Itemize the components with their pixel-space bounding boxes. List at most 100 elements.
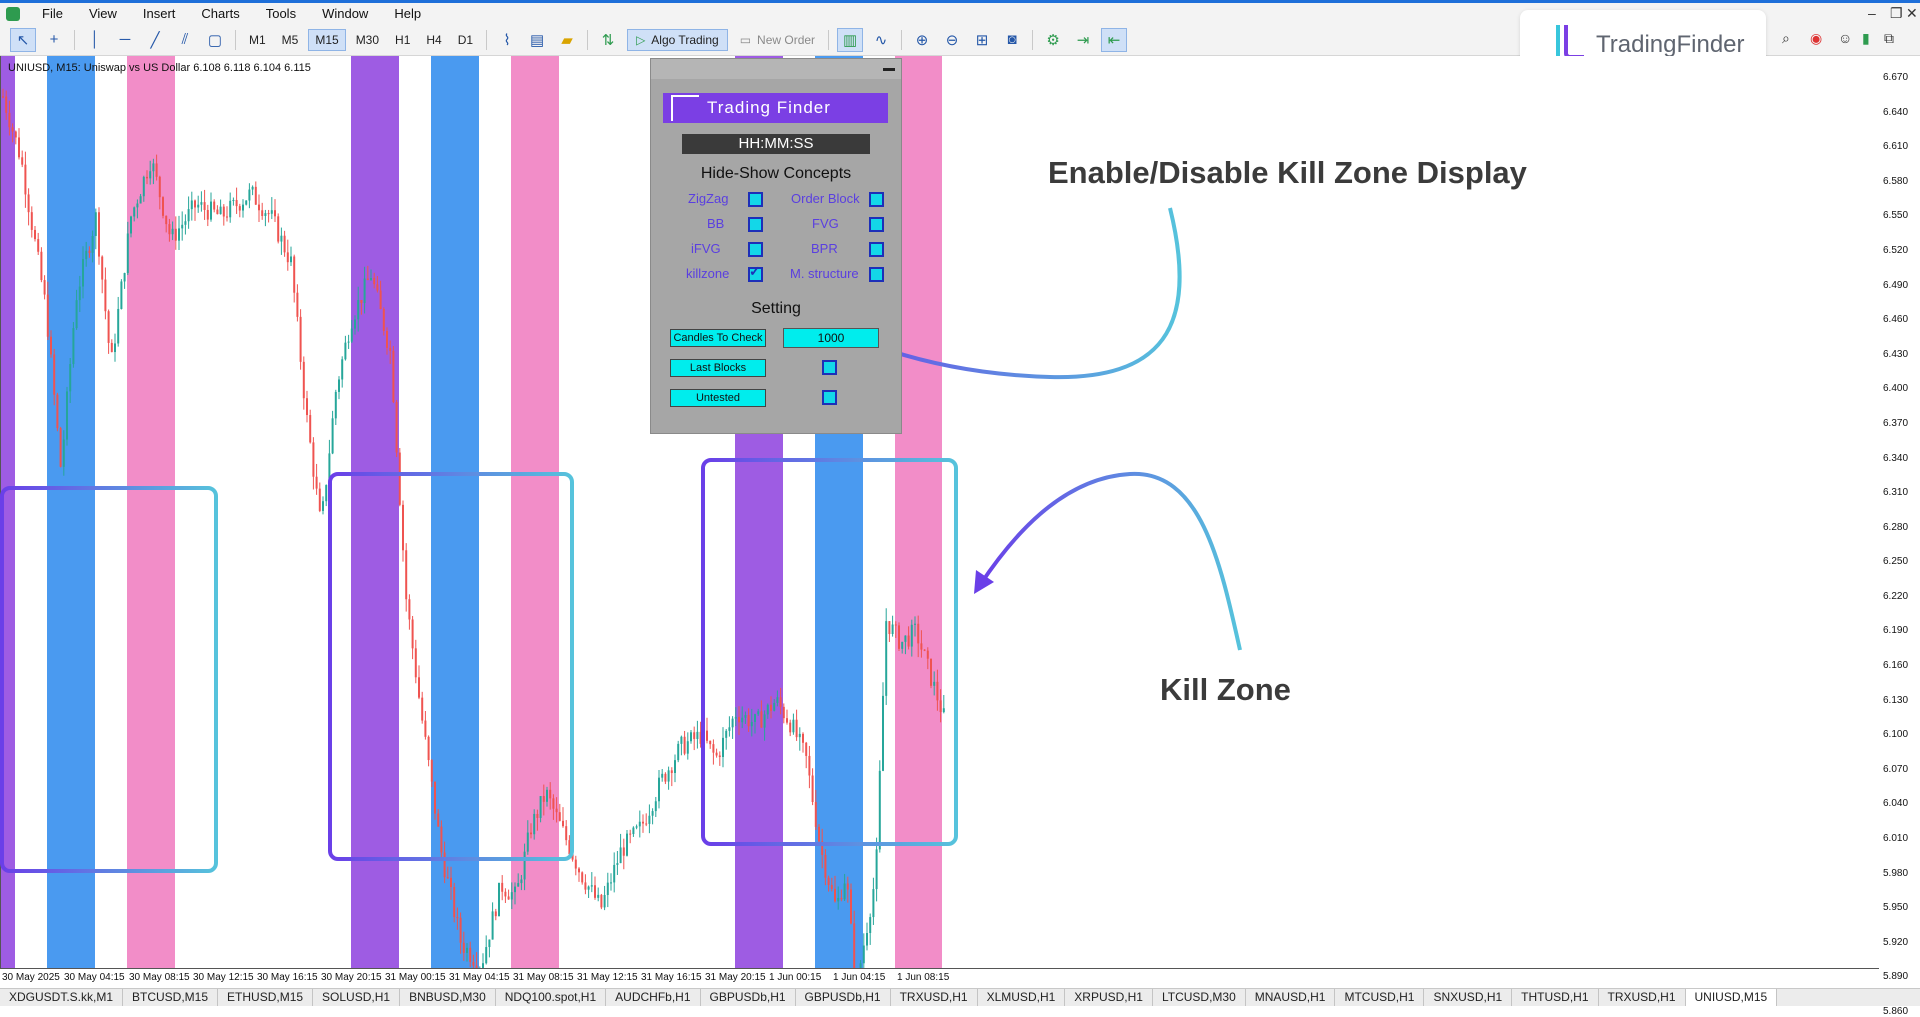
- close-icon[interactable]: ✕: [1906, 5, 1918, 22]
- timeframe-d1[interactable]: D1: [452, 30, 479, 50]
- chart-tab[interactable]: AUDCHFb,H1: [606, 989, 701, 1006]
- vertical-line-icon[interactable]: │: [83, 29, 107, 51]
- option-order-block-checkbox[interactable]: [869, 192, 884, 207]
- minimize-icon[interactable]: –: [1868, 5, 1876, 21]
- chart-type-icon[interactable]: ∿: [869, 29, 893, 51]
- chart-tab[interactable]: SOLUSD,H1: [313, 989, 401, 1006]
- last-blocks-checkbox[interactable]: [822, 360, 837, 375]
- chart-tab[interactable]: MTCUSD,H1: [1335, 989, 1425, 1006]
- settings-gear-icon[interactable]: ⚙: [1041, 29, 1065, 51]
- price-tick-label: 6.070: [1883, 763, 1909, 775]
- last-blocks-button[interactable]: Last Blocks: [670, 359, 766, 377]
- account-icon[interactable]: ☺: [1838, 30, 1852, 46]
- option-bb-checkbox[interactable]: [748, 217, 763, 232]
- menu-file[interactable]: File: [30, 6, 77, 21]
- timeframe-h1[interactable]: H1: [389, 30, 416, 50]
- candle-body: [872, 889, 875, 918]
- new-order-label: New Order: [757, 32, 816, 47]
- search-icon[interactable]: ⌕: [1782, 30, 1790, 47]
- untested-button[interactable]: Untested: [670, 389, 766, 407]
- crosshair-icon[interactable]: +: [42, 29, 66, 51]
- candle-body: [206, 209, 209, 220]
- market-watch-icon[interactable]: ⇅: [596, 29, 620, 51]
- channel-icon[interactable]: ⫽: [173, 29, 197, 51]
- time-tick-label: 1 Jun 04:15: [833, 972, 886, 983]
- panel-brand-text: Trading Finder: [707, 98, 831, 117]
- chart-tab[interactable]: NDQ100.spot,H1: [496, 989, 607, 1006]
- shapes-icon[interactable]: ▢: [203, 29, 227, 51]
- folder-icon[interactable]: ▰: [555, 29, 579, 51]
- zoom-out-icon[interactable]: ⊖: [940, 29, 964, 51]
- fullscreen-icon[interactable]: ⧉: [1884, 30, 1894, 47]
- option-fvg-checkbox[interactable]: [869, 217, 884, 232]
- candle-body: [837, 897, 840, 902]
- autoscroll-icon[interactable]: ⇥: [1071, 29, 1095, 51]
- cursor-icon[interactable]: ↖: [10, 27, 36, 52]
- chart-tab[interactable]: GBPUSDb,H1: [796, 989, 891, 1006]
- restore-icon[interactable]: ❐: [1890, 5, 1903, 22]
- timeframe-m1[interactable]: M1: [243, 30, 272, 50]
- panel-title-bar[interactable]: [651, 59, 901, 79]
- horizontal-line-icon[interactable]: ─: [113, 29, 137, 51]
- chart-tab[interactable]: THTUSD,H1: [1512, 989, 1599, 1006]
- timeframe-m5[interactable]: M5: [276, 30, 305, 50]
- chart-tab[interactable]: BNBUSD,M30: [400, 989, 496, 1006]
- option-killzone-checkbox[interactable]: [748, 263, 763, 282]
- new-order-button[interactable]: ▭ New Order: [732, 30, 823, 50]
- candles-to-check-button[interactable]: Candles To Check: [670, 329, 766, 347]
- chart-tab[interactable]: LTCUSD,M30: [1153, 989, 1246, 1006]
- chart-tab[interactable]: MNAUSD,H1: [1246, 989, 1336, 1006]
- chart-tab[interactable]: GBPUSDb,H1: [701, 989, 796, 1006]
- chart-tab[interactable]: ETHUSD,M15: [218, 989, 314, 1006]
- chart-tab[interactable]: BTCUSD,M15: [123, 989, 219, 1006]
- option-m-structure-checkbox[interactable]: [869, 267, 884, 282]
- menu-charts[interactable]: Charts: [189, 6, 253, 21]
- option-ifvg-checkbox[interactable]: [748, 242, 763, 257]
- zoom-in-icon[interactable]: ⊕: [910, 29, 934, 51]
- time-axis[interactable]: 30 May 2025 30 May 04:15 30 May 08:15 30 Ma…: [0, 968, 1879, 989]
- candles-icon[interactable]: ▥: [837, 27, 864, 52]
- chart-tab[interactable]: TRXUSD,H1: [891, 989, 978, 1006]
- price-tick-label: 5.860: [1883, 1006, 1909, 1017]
- price-tick-label: 6.580: [1883, 175, 1909, 187]
- indicators-icon[interactable]: ⌇: [495, 29, 519, 51]
- price-chart[interactable]: [1, 56, 1879, 968]
- menu-help[interactable]: Help: [382, 6, 435, 21]
- timeframe-m30[interactable]: M30: [350, 30, 385, 50]
- price-axis[interactable]: 6.670 6.640 6.610 6.580 6.550 6.520 6.490 6.460…: [1879, 56, 1920, 1017]
- chart-tab[interactable]: TRXUSD,H1: [1599, 989, 1686, 1006]
- panel-minimize-icon[interactable]: [883, 68, 895, 71]
- chart-tab[interactable]: SNXUSD,H1: [1424, 989, 1513, 1006]
- trendline-icon[interactable]: ╱: [143, 29, 167, 51]
- candle-body: [520, 879, 523, 884]
- chart-tab[interactable]: XLMUSD,H1: [978, 989, 1066, 1006]
- candles-to-check-value[interactable]: 1000: [783, 328, 879, 348]
- chart-tab[interactable]: UNIUSD,M15: [1685, 989, 1778, 1006]
- chart-tab[interactable]: XDGUSDT.S.kk,M1: [0, 989, 124, 1006]
- option-ifvg-label: iFVG: [691, 241, 721, 256]
- candle-body: [69, 364, 72, 392]
- timeframe-m15[interactable]: M15: [308, 28, 346, 51]
- menu-insert[interactable]: Insert: [131, 6, 190, 21]
- option-zigzag-checkbox[interactable]: [748, 192, 763, 207]
- candle-body: [830, 884, 833, 889]
- chart-area[interactable]: [0, 56, 1880, 968]
- chart-shift-icon[interactable]: ⇤: [1101, 27, 1128, 52]
- grid-icon[interactable]: ⊞: [970, 29, 994, 51]
- candle-body: [270, 210, 273, 214]
- algo-trading-button[interactable]: ▷ Algo Trading: [627, 28, 728, 51]
- candle-body: [133, 207, 136, 217]
- time-tick-label: 31 May 00:15: [385, 972, 446, 983]
- timeframe-h4[interactable]: H4: [420, 30, 447, 50]
- menu-window[interactable]: Window: [310, 6, 382, 21]
- templates-icon[interactable]: ▤: [525, 29, 549, 51]
- chart-tab[interactable]: XRPUSD,H1: [1065, 989, 1153, 1006]
- notifications-icon[interactable]: ◉: [1810, 30, 1822, 47]
- menu-view[interactable]: View: [77, 6, 131, 21]
- untested-checkbox[interactable]: [822, 390, 837, 405]
- menu-tools[interactable]: Tools: [254, 6, 310, 21]
- price-tick-label: 6.130: [1883, 694, 1909, 706]
- option-bpr-checkbox[interactable]: [869, 242, 884, 257]
- candle-body: [546, 789, 548, 802]
- screenshot-icon[interactable]: ◙: [1000, 29, 1024, 51]
